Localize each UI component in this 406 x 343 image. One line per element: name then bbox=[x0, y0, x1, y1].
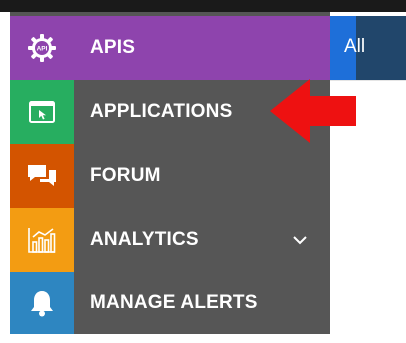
sidebar-item-label: ANALYTICS bbox=[90, 229, 199, 250]
sidebar-item-label: APIS bbox=[90, 37, 136, 58]
bell-icon bbox=[10, 272, 74, 334]
sidebar-item-label: MANAGE ALERTS bbox=[90, 292, 258, 313]
svg-text:API: API bbox=[37, 46, 48, 53]
sidebar-item-label: APPLICATIONS bbox=[90, 101, 233, 122]
filter-dropdown[interactable]: All bbox=[330, 16, 406, 80]
filter-label: All bbox=[344, 36, 366, 57]
sidebar-item-forum[interactable]: FORUM bbox=[10, 144, 330, 208]
sidebar-menu: API APIS APPLICATIONS FORUM ANALYTICS MA… bbox=[10, 12, 330, 334]
top-bar bbox=[0, 0, 406, 12]
sidebar-item-analytics[interactable]: ANALYTICS bbox=[10, 208, 330, 272]
sidebar-item-apis[interactable]: API APIS bbox=[10, 16, 330, 80]
api-gear-icon: API bbox=[10, 16, 74, 80]
sidebar-item-manage-alerts[interactable]: MANAGE ALERTS bbox=[10, 272, 330, 334]
sidebar-item-label: FORUM bbox=[90, 165, 161, 186]
screen: All API APIS APPLICATIONS FORUM ANALYTIC… bbox=[0, 0, 406, 343]
bar-chart-icon bbox=[10, 208, 74, 272]
chevron-down-icon[interactable] bbox=[292, 232, 308, 248]
browser-window-icon bbox=[10, 80, 74, 144]
red-arrow-annotation bbox=[270, 79, 356, 143]
chat-bubbles-icon bbox=[10, 144, 74, 208]
